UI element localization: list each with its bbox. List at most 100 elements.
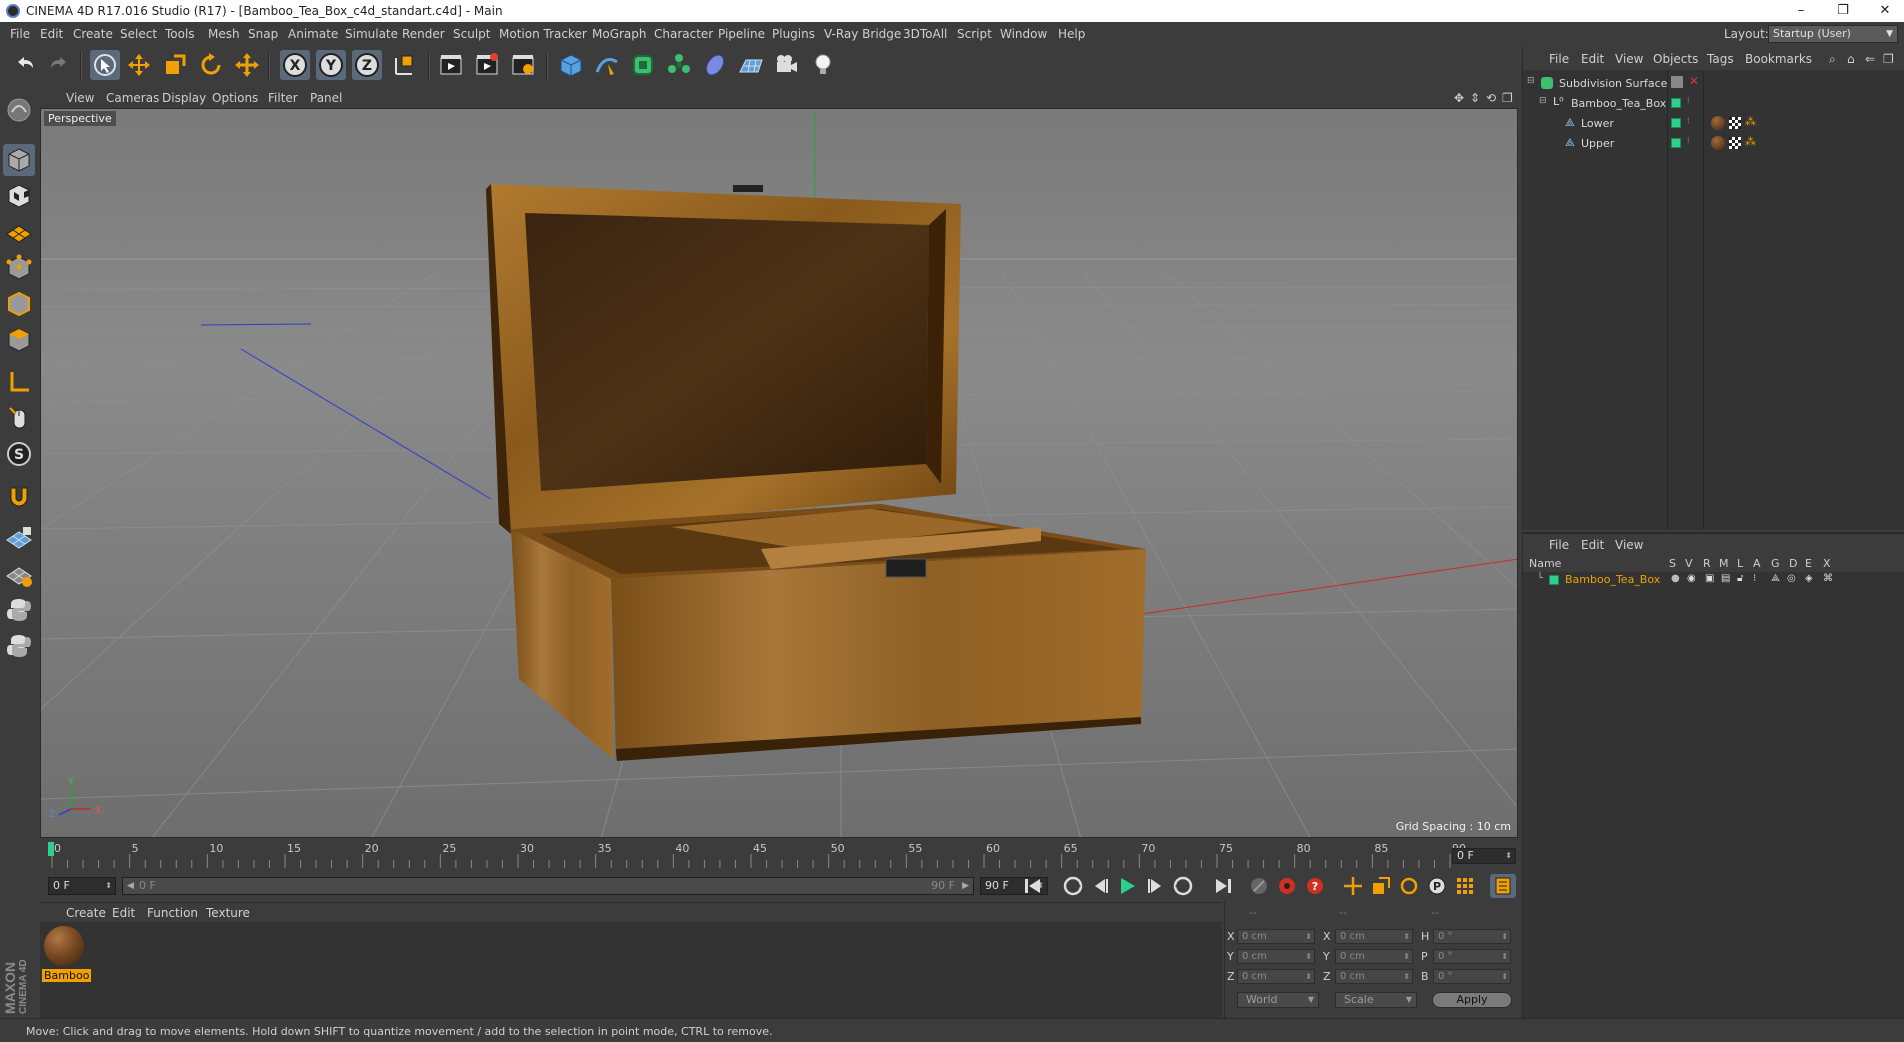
axis-mode-button[interactable] xyxy=(3,366,35,398)
object-menu-objects[interactable]: Objects xyxy=(1653,52,1698,66)
viewport-rotate-icon[interactable]: ⟲ xyxy=(1486,91,1496,105)
back-icon[interactable]: ⇐ xyxy=(1865,52,1875,66)
layer-name[interactable]: Bamboo_Tea_Box xyxy=(1565,573,1660,586)
scale-tool-button[interactable] xyxy=(160,50,190,80)
viewport-menu-options[interactable]: Options xyxy=(212,91,258,105)
material-menu-function[interactable]: Function xyxy=(147,906,198,920)
render-view-button[interactable] xyxy=(436,50,466,80)
visibility-toggle[interactable] xyxy=(1671,76,1683,88)
manager-icon[interactable]: ▤ xyxy=(1721,573,1730,584)
layer-color-swatch[interactable] xyxy=(1671,138,1681,148)
object-menu-bookmarks[interactable]: Bookmarks xyxy=(1745,52,1812,66)
coord-size-x-field[interactable]: 0 cm ⬍ xyxy=(1335,929,1413,944)
x-axis-lock-button[interactable]: X xyxy=(280,50,310,80)
object-menu-file[interactable]: File xyxy=(1549,52,1569,66)
editor-render-dots-icon[interactable]: ⁞ xyxy=(1687,116,1690,125)
viewport-move-icon[interactable]: ✥ xyxy=(1454,91,1464,105)
uvw-tag-icon[interactable] xyxy=(1729,117,1741,129)
render-icon[interactable]: ▣ xyxy=(1705,573,1714,584)
menu-render[interactable]: Render xyxy=(402,27,445,41)
editor-render-dots-icon[interactable]: ⁞ xyxy=(1687,136,1690,145)
menu-motion-tracker[interactable]: Motion Tracker xyxy=(499,27,587,41)
xref-icon[interactable]: ⌘ xyxy=(1823,573,1833,584)
points-mode-button[interactable] xyxy=(3,252,35,284)
3d-viewport[interactable]: Y Z X Perspective Grid Spacing : 10 cm xyxy=(40,108,1518,838)
menu-select[interactable]: Select xyxy=(120,27,157,41)
add-cloner-button[interactable] xyxy=(664,50,694,80)
layer-color-swatch[interactable] xyxy=(1671,118,1681,128)
menu-window[interactable]: Window xyxy=(1000,27,1047,41)
menu-edit[interactable]: Edit xyxy=(40,27,63,41)
menu-help[interactable]: Help xyxy=(1058,27,1085,41)
object-row-bamboo-tea-box[interactable]: ⊟ L⁰ Bamboo_Tea_Box ⁞ xyxy=(1523,94,1904,112)
coord-pos-x-field[interactable]: 0 cm ⬍ xyxy=(1237,929,1315,944)
layout-dropdown[interactable]: Startup (User) ▼ xyxy=(1768,25,1898,43)
timeline-ruler[interactable]: 051015202530354045505560657075808590 xyxy=(40,840,1518,872)
add-spline-button[interactable] xyxy=(592,50,622,80)
lock-icon[interactable]: 🔓︎ xyxy=(1737,573,1743,584)
magnet-snap-button[interactable] xyxy=(3,480,35,512)
z-axis-lock-button[interactable]: Z xyxy=(352,50,382,80)
viewport-menu-cameras[interactable]: Cameras xyxy=(106,91,159,105)
selection-tag-icon[interactable]: ⁂ xyxy=(1745,115,1756,128)
python-script-1-button[interactable] xyxy=(3,594,35,626)
record-rotation-button[interactable] xyxy=(1396,874,1422,898)
object-menu-tags[interactable]: Tags xyxy=(1707,52,1734,66)
layer-color-swatch[interactable] xyxy=(1549,575,1559,585)
keyframe-selection-button[interactable]: ? xyxy=(1302,874,1328,898)
selection-tag-icon[interactable]: ⁂ xyxy=(1745,135,1756,148)
disable-x-icon[interactable]: ✕ xyxy=(1689,74,1699,88)
layer-menu-view[interactable]: View xyxy=(1615,538,1643,552)
material-tag-icon[interactable] xyxy=(1711,136,1725,150)
viewport-zoom-icon[interactable]: ⇕ xyxy=(1470,91,1480,105)
menu-create[interactable]: Create xyxy=(73,27,113,41)
coord-size-mode-dropdown[interactable]: Scale ▼ xyxy=(1335,992,1417,1008)
prev-key-button[interactable] xyxy=(1060,874,1086,898)
menu-animate[interactable]: Animate xyxy=(288,27,338,41)
menu-3dtoall[interactable]: 3DToAll xyxy=(903,27,947,41)
new-panel-icon[interactable]: ❐ xyxy=(1883,52,1894,66)
layer-menu-file[interactable]: File xyxy=(1549,538,1569,552)
menu-vray-bridge[interactable]: V-Ray Bridge xyxy=(824,27,901,41)
add-floor-button[interactable] xyxy=(736,50,766,80)
move-tool-button[interactable] xyxy=(124,50,154,80)
record-scale-button[interactable] xyxy=(1368,874,1394,898)
current-frame-field[interactable]: 0 F ⬍ xyxy=(1452,848,1516,864)
coord-pos-z-field[interactable]: 0 cm ⬍ xyxy=(1237,969,1315,984)
edges-mode-button[interactable] xyxy=(3,288,35,320)
collapse-icon[interactable]: ⊟ xyxy=(1527,76,1535,86)
make-editable-button[interactable] xyxy=(3,94,35,126)
coord-pos-y-field[interactable]: 0 cm ⬍ xyxy=(1237,949,1315,964)
python-script-2-button[interactable] xyxy=(3,630,35,662)
search-icon[interactable]: ⌕ xyxy=(1829,52,1836,67)
render-picture-viewer-button[interactable] xyxy=(472,50,502,80)
record-parameter-button[interactable]: P xyxy=(1424,874,1450,898)
expression-icon[interactable]: ◈ xyxy=(1805,573,1813,584)
close-button[interactable]: ✕ xyxy=(1870,1,1900,21)
render-settings-button[interactable] xyxy=(508,50,538,80)
rotate-tool-button[interactable] xyxy=(196,50,226,80)
object-row-subdivision-surface[interactable]: ⊟ Subdivision Surface ✕ xyxy=(1523,74,1904,92)
coord-rot-h-field[interactable]: 0 ° ⬍ xyxy=(1433,929,1511,944)
eye-icon[interactable]: ◉ xyxy=(1687,573,1696,584)
collapse-icon[interactable]: ⊟ xyxy=(1539,96,1547,106)
viewport-menu-display[interactable]: Display xyxy=(162,91,206,105)
start-frame-field[interactable]: 0 F ⬍ xyxy=(48,877,116,895)
timeline-options-button[interactable] xyxy=(1490,874,1516,898)
viewport-menu-filter[interactable]: Filter xyxy=(268,91,298,105)
prev-frame-button[interactable] xyxy=(1088,874,1114,898)
next-frame-button[interactable] xyxy=(1142,874,1168,898)
y-axis-lock-button[interactable]: Y xyxy=(316,50,346,80)
live-selection-button[interactable] xyxy=(90,50,120,80)
deformer-icon[interactable]: ◎ xyxy=(1787,573,1796,584)
workplane-mode-button[interactable] xyxy=(3,216,35,248)
minimize-button[interactable]: – xyxy=(1786,1,1816,21)
menu-pipeline[interactable]: Pipeline xyxy=(718,27,765,41)
home-icon[interactable]: ⌂ xyxy=(1847,52,1855,66)
material-menu-create[interactable]: Create xyxy=(66,906,106,920)
material-label[interactable]: Bamboo xyxy=(42,969,92,982)
coord-rot-b-field[interactable]: 0 ° ⬍ xyxy=(1433,969,1511,984)
texture-mode-button[interactable] xyxy=(3,180,35,212)
tweak-mode-button[interactable] xyxy=(3,402,35,434)
coord-size-y-field[interactable]: 0 cm ⬍ xyxy=(1335,949,1413,964)
